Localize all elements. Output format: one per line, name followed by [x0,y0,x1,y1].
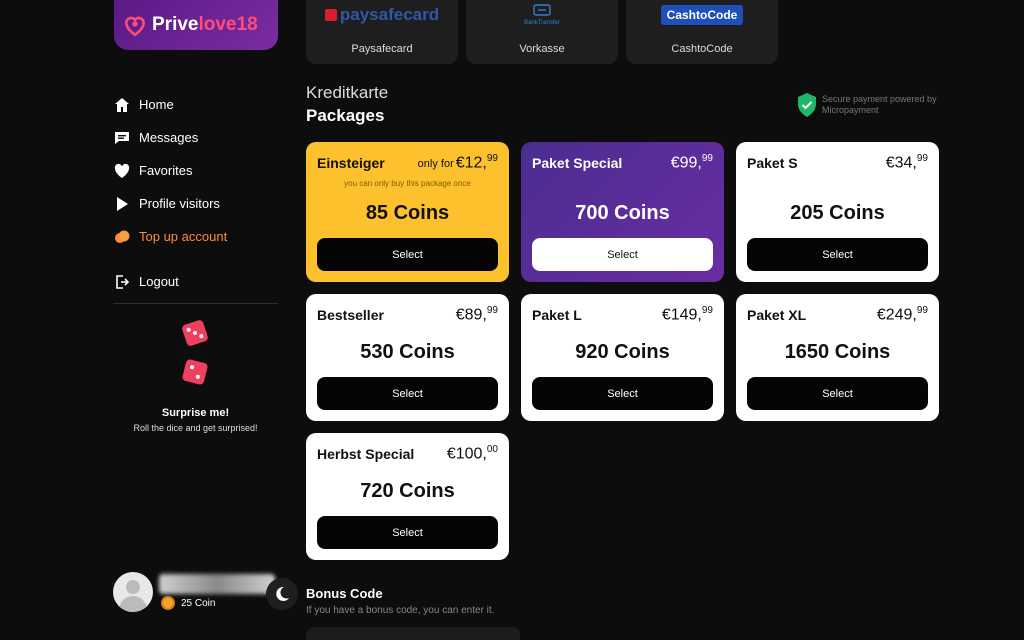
package-name: Paket S [747,155,798,171]
sidebar-item-home[interactable]: Home [113,88,283,121]
payment-method-label: Paysafecard [351,43,413,55]
sidebar-item-label: Messages [139,130,199,145]
package-coins: 920 Coins [575,341,670,363]
brand-name: Privelove18 [152,14,258,35]
package-name: Paket XL [747,307,807,323]
section-subtitle: Packages [306,106,385,125]
sidebar-item-label: Profile visitors [139,196,220,211]
package-card-paket-special: Paket Special €99,99 700 Coins Select [521,142,724,282]
package-card-paket-xl: Paket XL €249,99 1650 Coins Select [736,294,939,421]
package-card-einsteiger: Einsteiger only for €12,99 you can only b… [306,142,509,282]
sidebar-nav: Home Messages Favorites Profile visitors… [113,88,283,298]
brand-logo[interactable]: Privelove18 [114,0,278,50]
coin-balance: 25 Coin [161,596,215,610]
coin-icon [161,596,175,610]
package-coins: 1650 Coins [784,341,891,363]
dice-icon [181,319,209,347]
bonus-code-subtitle: If you have a bonus code, you can enter … [306,605,495,616]
moon-icon [276,586,289,601]
select-button[interactable]: Select [747,238,928,271]
secure-payment-badge: Secure payment powered by Micropayment [796,92,942,118]
package-price: €99,99 [670,153,713,172]
package-coins: 720 Coins [360,480,455,502]
select-button[interactable]: Select [317,377,498,410]
logout-label: Logout [139,274,179,289]
payment-method-label: Vorkasse [519,43,565,55]
package-card-bestseller: Bestseller €89,99 530 Coins Select [306,294,509,421]
sidebar-item-label: Top up account [139,229,228,244]
bank-transfer-logo: BankTransfer [466,4,618,26]
bonus-code-title: Bonus Code [306,586,383,601]
sidebar-item-messages[interactable]: Messages [113,121,283,154]
select-button[interactable]: Select [532,238,713,271]
package-coins: 530 Coins [360,341,455,363]
package-coins: 85 Coins [365,202,450,224]
logout-icon [113,273,131,291]
logout-button[interactable]: Logout [113,265,283,298]
package-name: Paket Special [532,155,623,171]
package-price: €100,00 [446,444,498,463]
sidebar-divider [113,303,278,304]
select-button[interactable]: Select [317,238,498,271]
package-price: €149,99 [661,305,713,324]
select-button[interactable]: Select [317,516,498,549]
surprise-subtitle: Roll the dice and get surprised! [133,423,258,433]
home-icon [113,96,131,114]
payment-method-vorkasse[interactable]: BankTransfer Vorkasse [466,0,618,64]
package-price: €249,99 [876,305,928,324]
heart-logo-icon [125,16,145,37]
package-card-paket-l: Paket L €149,99 920 Coins Select [521,294,724,421]
avatar[interactable] [113,572,153,612]
cashtocode-logo: CashtoCode [626,4,778,26]
sidebar-item-top-up[interactable]: Top up account [113,220,283,253]
package-name: Paket L [532,307,582,323]
select-button[interactable]: Select [747,377,928,410]
package-name: Herbst Special [317,446,415,462]
package-name: Einsteiger [317,155,385,171]
select-button[interactable]: Select [532,377,713,410]
username-blurred [159,574,275,594]
package-price: only for €12,99 [417,153,498,172]
surprise-title: Surprise me! [161,407,230,419]
dice-icon [181,358,209,386]
bonus-code-input[interactable] [306,627,520,640]
package-coins: 700 Coins [575,202,670,224]
shield-check-icon [798,93,816,117]
package-card-paket-s: Paket S €34,99 205 Coins Select [736,142,939,282]
package-price: €89,99 [455,305,498,324]
coin-balance-text: 25 Coin [181,597,216,609]
package-note: you can only buy this package once [344,179,471,188]
sidebar-item-label: Favorites [139,163,193,178]
heart-icon [113,162,131,180]
payment-method-paysafecard[interactable]: paysafecard Paysafecard [306,0,458,64]
section-title: Kreditkarte [306,83,389,102]
chat-icon [113,129,131,147]
secure-payment-text: Secure payment powered by Micropayment [822,94,937,115]
coins-icon [113,228,131,246]
paysafecard-logo: paysafecard [306,4,458,26]
play-icon [113,195,131,213]
package-coins: 205 Coins [790,202,885,224]
package-price: €34,99 [885,153,928,172]
package-name: Bestseller [317,307,384,323]
dark-mode-toggle[interactable] [266,578,298,610]
payment-method-cashtocode[interactable]: CashtoCode CashtoCode [626,0,778,64]
sidebar-item-favorites[interactable]: Favorites [113,154,283,187]
sidebar-item-profile-visitors[interactable]: Profile visitors [113,187,283,220]
package-card-herbst-special: Herbst Special €100,00 720 Coins Select [306,433,509,560]
bank-transfer-icon [533,4,551,16]
sidebar-item-label: Home [139,97,174,112]
payment-method-label: CashtoCode [671,43,733,55]
